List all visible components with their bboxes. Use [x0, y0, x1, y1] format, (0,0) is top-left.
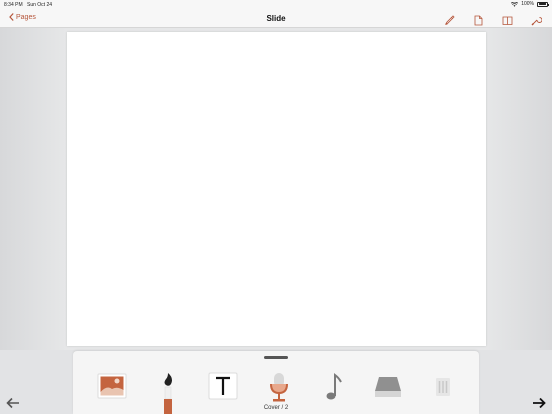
trash-tool[interactable]: [428, 375, 458, 399]
book-icon[interactable]: [502, 13, 513, 25]
slide-page[interactable]: [67, 32, 486, 346]
microphone-icon: [270, 373, 288, 402]
tray-grabber[interactable]: [264, 356, 288, 359]
wrench-icon[interactable]: [531, 13, 543, 26]
text-icon: [208, 372, 238, 400]
page-indicator: Cover / 2: [263, 405, 289, 411]
status-date: Sun Oct 24: [27, 2, 53, 8]
previous-page-button[interactable]: [6, 396, 20, 414]
page-icon[interactable]: [473, 13, 484, 26]
eraser-tool[interactable]: [373, 375, 403, 399]
battery-percent: 100%: [521, 1, 534, 7]
eraser-icon: [375, 377, 401, 397]
tool-tray: Cover / 2: [73, 351, 479, 414]
brush-icon[interactable]: [444, 13, 455, 25]
record-tool[interactable]: [264, 371, 294, 403]
next-page-button[interactable]: [532, 396, 546, 414]
battery-icon: [537, 1, 549, 7]
canvas-area: [0, 28, 552, 350]
wifi-icon: [511, 1, 519, 7]
nav-bar: Pages Slide: [0, 10, 552, 28]
arrow-left-icon: [6, 397, 19, 409]
music-tool[interactable]: [319, 372, 349, 402]
arrow-right-icon: [533, 397, 546, 409]
status-time: 8:34 PM: [4, 2, 23, 8]
music-note-icon: [326, 372, 342, 400]
nav-actions: [444, 13, 543, 26]
status-bar: 8:34 PM Sun Oct 24 100%: [0, 0, 552, 10]
status-right: 100%: [511, 1, 549, 7]
image-icon: [97, 373, 127, 399]
trash-icon: [436, 378, 450, 396]
